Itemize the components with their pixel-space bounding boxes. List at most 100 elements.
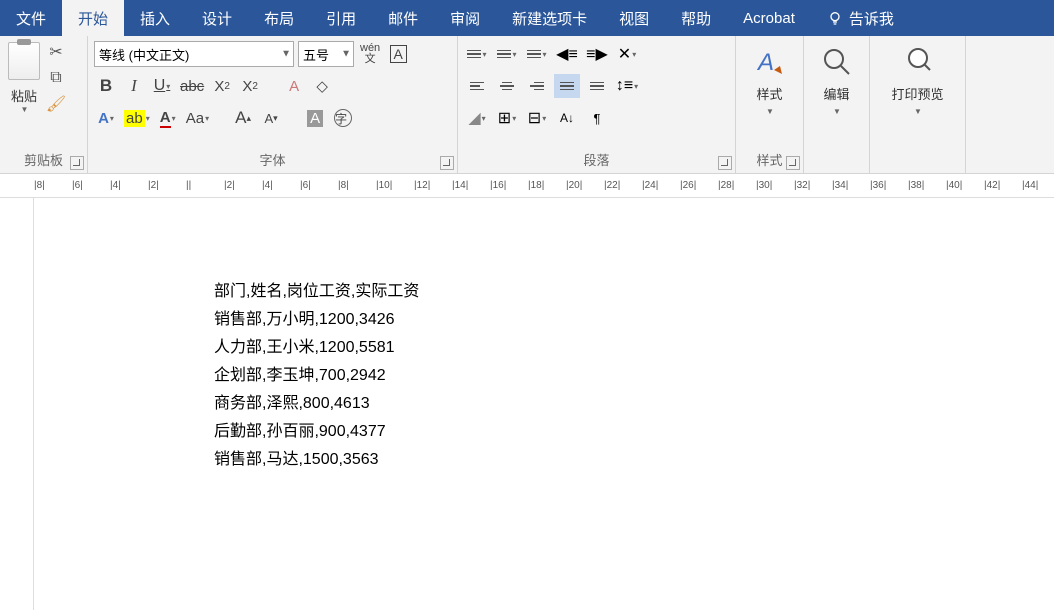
snap-to-grid-button[interactable]: ⊟▾ xyxy=(524,106,550,130)
ruler-tick: || xyxy=(186,180,191,191)
subscript-button[interactable]: X2 xyxy=(210,74,234,98)
phonetic-guide-button[interactable]: wén文 xyxy=(358,42,382,66)
tell-me-search[interactable]: 告诉我 xyxy=(811,0,910,36)
tab-help[interactable]: 帮助 xyxy=(665,0,727,36)
ruler-tick: |20| xyxy=(566,180,582,191)
group-label-font: 字体 xyxy=(88,151,457,173)
borders-button[interactable]: ⊞▾ xyxy=(494,106,520,130)
tab-view[interactable]: 视图 xyxy=(603,0,665,36)
change-case-button[interactable]: Aa▾ xyxy=(184,106,211,130)
character-border-button[interactable]: A xyxy=(386,42,410,66)
tab-insert[interactable]: 插入 xyxy=(124,0,186,36)
group-print-preview: 打印预览 ▼ xyxy=(870,36,966,173)
styles-dialog-launcher[interactable] xyxy=(786,156,800,170)
tab-newtab[interactable]: 新建选项卡 xyxy=(496,0,603,36)
clipboard-dialog-launcher[interactable] xyxy=(70,156,84,170)
ruler-tick: |22| xyxy=(604,180,620,191)
ruler-tick: |32| xyxy=(794,180,810,191)
character-shading-button[interactable]: A xyxy=(303,106,327,130)
font-color-button[interactable]: A▾ xyxy=(156,106,180,130)
edit-label: 编辑 xyxy=(823,84,849,103)
tab-home[interactable]: 开始 xyxy=(62,0,124,36)
ruler-tick: |42| xyxy=(984,180,1000,191)
edit-button[interactable]: 编辑 ▼ xyxy=(810,40,863,120)
document-line[interactable]: 人力部,王小米,1200,5581 xyxy=(214,334,1054,362)
horizontal-ruler[interactable]: |8||6||4||2||||2||4||6||8||10||12||14||1… xyxy=(0,174,1054,198)
chevron-down-icon: ▼ xyxy=(766,107,774,116)
ruler-tick: |6| xyxy=(300,180,311,191)
chevron-down-icon: ▼ xyxy=(914,107,922,116)
ruler-tick: |44| xyxy=(1022,180,1038,191)
distributed-button[interactable] xyxy=(584,74,610,98)
paste-button[interactable]: 粘贴 ▼ xyxy=(6,40,42,116)
highlight-button[interactable]: ab▾ xyxy=(122,106,152,130)
decrease-indent-button[interactable]: ◀≡ xyxy=(554,42,580,66)
tab-layout[interactable]: 布局 xyxy=(248,0,310,36)
shading-button[interactable]: ◢▾ xyxy=(464,106,490,130)
align-left-button[interactable] xyxy=(464,74,490,98)
align-justify-button[interactable] xyxy=(554,74,580,98)
align-right-button[interactable] xyxy=(524,74,550,98)
document-line[interactable]: 部门,姓名,岗位工资,实际工资 xyxy=(214,278,1054,306)
vertical-ruler[interactable] xyxy=(0,198,34,610)
bold-button[interactable]: B xyxy=(94,74,118,98)
styles-label: 样式 xyxy=(756,84,782,103)
ruler-tick: |2| xyxy=(148,180,159,191)
tab-file[interactable]: 文件 xyxy=(0,0,62,36)
ruler-tick: |4| xyxy=(110,180,121,191)
underline-button[interactable]: U▾ xyxy=(150,74,174,98)
copy-icon[interactable]: ⧉ xyxy=(46,68,66,88)
paragraph-dialog-launcher[interactable] xyxy=(718,156,732,170)
font-name-combo[interactable]: 等线 (中文正文) ▼ xyxy=(94,41,294,67)
document-line[interactable]: 企划部,李玉坤,700,2942 xyxy=(214,362,1054,390)
document-page[interactable]: 部门,姓名,岗位工资,实际工资销售部,万小明,1200,3426人力部,王小米,… xyxy=(34,198,1054,610)
tab-acrobat[interactable]: Acrobat xyxy=(727,0,811,36)
align-center-button[interactable] xyxy=(494,74,520,98)
print-preview-button[interactable]: 打印预览 ▼ xyxy=(876,40,959,120)
chevron-down-icon: ▼ xyxy=(341,49,351,60)
document-line[interactable]: 商务部,泽熙,800,4613 xyxy=(214,390,1054,418)
clear-formatting-button[interactable]: A xyxy=(282,74,306,98)
show-hide-button[interactable]: ¶ xyxy=(584,106,610,130)
tab-mailings[interactable]: 邮件 xyxy=(372,0,434,36)
numbering-button[interactable]: ▾ xyxy=(494,42,520,66)
multilevel-list-button[interactable]: ▾ xyxy=(524,42,550,66)
group-clipboard: 粘贴 ▼ ✂ ⧉ 🖌 剪贴板 xyxy=(0,36,88,173)
cut-icon[interactable]: ✂ xyxy=(46,42,66,62)
enclose-characters-button[interactable]: 字 xyxy=(331,106,355,130)
ruler-tick: |12| xyxy=(414,180,430,191)
ruler-tick: |30| xyxy=(756,180,772,191)
asian-layout-button[interactable]: ✕▾ xyxy=(614,42,640,66)
text-effects-button[interactable]: A▾ xyxy=(94,106,118,130)
tab-review[interactable]: 审阅 xyxy=(434,0,496,36)
grow-font-button[interactable]: A▴ xyxy=(231,106,255,130)
italic-button[interactable]: I xyxy=(122,74,146,98)
chevron-down-icon: ▼ xyxy=(833,107,841,116)
document-line[interactable]: 后勤部,孙百丽,900,4377 xyxy=(214,418,1054,446)
sort-button[interactable]: A↓ xyxy=(554,106,580,130)
tab-design[interactable]: 设计 xyxy=(186,0,248,36)
group-label-paragraph: 段落 xyxy=(458,151,735,173)
tab-references[interactable]: 引用 xyxy=(310,0,372,36)
bullets-button[interactable]: ▾ xyxy=(464,42,490,66)
eraser-button[interactable]: ◇ xyxy=(310,74,334,98)
increase-indent-button[interactable]: ≡▶ xyxy=(584,42,610,66)
styles-button[interactable]: A 样式 ▼ xyxy=(742,40,797,120)
ruler-tick: |14| xyxy=(452,180,468,191)
group-font: 等线 (中文正文) ▼ 五号 ▼ wén文 A B I U▾ abc X2 X2… xyxy=(88,36,458,173)
line-spacing-button[interactable]: ↕≡▾ xyxy=(614,74,640,98)
document-line[interactable]: 销售部,马达,1500,3563 xyxy=(214,446,1054,474)
print-preview-icon xyxy=(900,44,936,80)
strikethrough-button[interactable]: abc xyxy=(178,74,206,98)
superscript-button[interactable]: X2 xyxy=(238,74,262,98)
ruler-tick: |16| xyxy=(490,180,506,191)
ruler-tick: |34| xyxy=(832,180,848,191)
document-line[interactable]: 销售部,万小明,1200,3426 xyxy=(214,306,1054,334)
font-dialog-launcher[interactable] xyxy=(440,156,454,170)
ruler-tick: |6| xyxy=(72,180,83,191)
group-styles: A 样式 ▼ 样式 xyxy=(736,36,804,173)
clipboard-icon xyxy=(8,42,40,80)
format-painter-icon[interactable]: 🖌 xyxy=(46,94,66,114)
shrink-font-button[interactable]: A▾ xyxy=(259,106,283,130)
font-size-combo[interactable]: 五号 ▼ xyxy=(298,41,354,67)
